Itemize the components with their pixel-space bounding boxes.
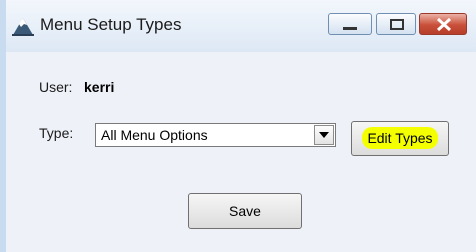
minimize-button[interactable]	[328, 13, 372, 35]
maximize-button[interactable]	[376, 13, 416, 35]
maximize-icon	[390, 19, 404, 30]
chevron-down-icon	[319, 132, 329, 138]
type-select[interactable]: All Menu Options	[95, 123, 336, 147]
save-button[interactable]: Save	[188, 193, 302, 229]
edit-types-button[interactable]: Edit Types	[351, 121, 449, 156]
edit-types-label: Edit Types	[362, 127, 438, 149]
close-button[interactable]	[419, 13, 467, 35]
title-bar[interactable]: Menu Setup Types	[6, 0, 476, 52]
form-panel: User: kerri Type: All Menu Options Edit …	[6, 52, 476, 252]
dropdown-button[interactable]	[314, 125, 334, 145]
type-select-value: All Menu Options	[101, 127, 208, 143]
user-label: User:	[39, 79, 73, 95]
minimize-icon	[343, 27, 357, 30]
menu-setup-types-window: Menu Setup Types User: kerri Type: All M…	[0, 0, 476, 252]
type-label: Type:	[39, 125, 74, 141]
close-icon	[436, 17, 452, 32]
user-value: kerri	[84, 79, 115, 95]
window-title: Menu Setup Types	[40, 15, 182, 34]
mountain-icon	[12, 18, 34, 36]
